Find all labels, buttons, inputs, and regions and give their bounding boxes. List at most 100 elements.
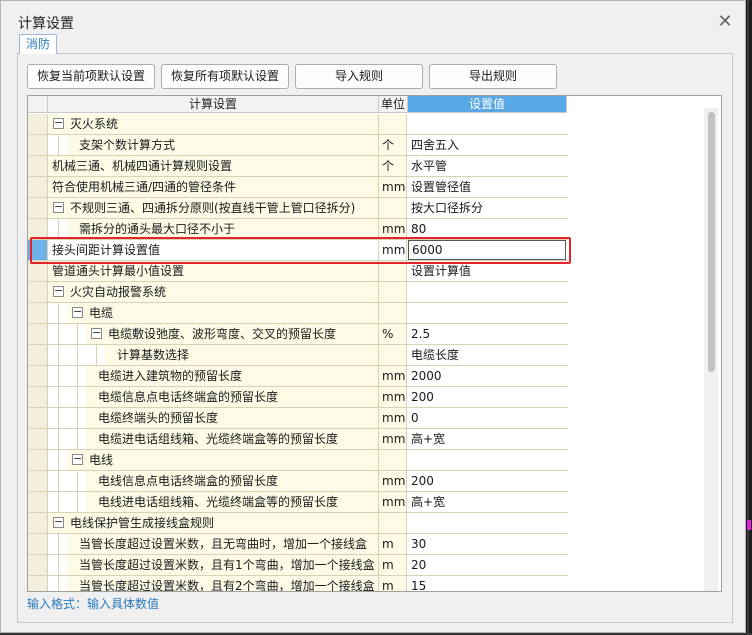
highlight-box (30, 237, 571, 264)
row-header[interactable] (28, 555, 48, 575)
setting-value[interactable]: 200 (408, 471, 566, 491)
row-header[interactable] (28, 366, 48, 386)
input-format-hint: 输入格式：输入具体数值 (27, 597, 160, 611)
import-rules-button[interactable]: 导入规则 (295, 64, 423, 89)
setting-value[interactable]: 0 (408, 408, 566, 428)
table-row[interactable]: 电线信息点电话终端盒的预留长度 mm 200 (28, 471, 568, 492)
collapse-toggle-icon[interactable]: − (72, 306, 83, 318)
row-header[interactable] (28, 408, 48, 428)
table-row[interactable]: 当管长度超过设置米数，且有1个弯曲，增加一个接线盒 m 20 (28, 555, 568, 576)
column-header-unit[interactable]: 单位 (379, 96, 408, 113)
restore-all-default-button[interactable]: 恢复所有项默认设置 (161, 64, 289, 89)
table-row[interactable]: 电线保护管生成接线盒规则 − (28, 513, 568, 534)
row-header[interactable] (28, 471, 48, 491)
collapse-toggle-icon[interactable]: − (53, 516, 64, 528)
row-header[interactable] (28, 177, 48, 197)
setting-value[interactable]: 80 (408, 219, 566, 239)
setting-name: 电缆进电话组线箱、光缆终端盒等的预留长度 (86, 429, 379, 449)
table-row[interactable]: 电缆信息点电话终端盒的预留长度 mm 200 (28, 387, 568, 408)
indent-guide (58, 303, 59, 323)
collapse-toggle-icon[interactable]: − (53, 285, 64, 297)
setting-value[interactable] (408, 114, 566, 134)
setting-value[interactable]: 按大口径拆分 (408, 198, 566, 218)
table-row[interactable]: 机械三通、机械四通计算规则设置个水平管 (28, 156, 568, 177)
table-row[interactable]: 计算基数选择 电缆长度 (28, 345, 568, 366)
table-row[interactable]: 电缆进电话组线箱、光缆终端盒等的预留长度 mm 高+宽 (28, 429, 568, 450)
table-row[interactable]: 电线 − (28, 450, 568, 471)
setting-name: 机械三通、机械四通计算规则设置 (48, 156, 379, 176)
row-header[interactable] (28, 261, 48, 281)
setting-name: 电线 (67, 450, 379, 470)
indent-guide (58, 429, 59, 449)
setting-name: 需拆分的通头最大口径不小于 (67, 219, 379, 239)
setting-value[interactable] (408, 450, 566, 470)
table-row[interactable]: 电线进电话组线箱、光缆终端盒等的预留长度 mm 高+宽 (28, 492, 568, 513)
setting-unit (379, 345, 407, 365)
export-rules-button[interactable]: 导出规则 (429, 64, 557, 89)
setting-value[interactable]: 高+宽 (408, 429, 566, 449)
setting-value[interactable] (408, 513, 566, 533)
indent-guide (58, 324, 59, 344)
table-row[interactable]: 符合使用机械三通/四通的管径条件 mm 设置管径值 (28, 177, 568, 198)
setting-value[interactable] (408, 282, 566, 302)
table-row[interactable]: 当管长度超过设置米数，且有2个弯曲，增加一个接线盒 m 15 (28, 576, 568, 591)
row-header[interactable] (28, 576, 48, 591)
setting-value[interactable]: 2.5 (408, 324, 566, 344)
row-header[interactable] (28, 114, 48, 134)
setting-value[interactable] (408, 303, 566, 323)
dialog-title: 计算设置 (18, 16, 74, 32)
setting-value[interactable]: 设置管径值 (408, 177, 566, 197)
setting-unit: % (379, 324, 407, 344)
table-row[interactable]: 火灾自动报警系统 − (28, 282, 568, 303)
collapse-toggle-icon[interactable]: − (53, 117, 64, 129)
setting-value[interactable]: 30 (408, 534, 566, 554)
collapse-toggle-icon[interactable]: − (72, 453, 83, 465)
table-row[interactable]: 管道通头计算最小值设置 设置计算值 (28, 261, 568, 282)
table-row[interactable]: 当管长度超过设置米数，且无弯曲时，增加一个接线盒 m 30 (28, 534, 568, 555)
row-header[interactable] (28, 492, 48, 512)
table-row[interactable]: 电缆终端头的预留长度 mm 0 (28, 408, 568, 429)
setting-value[interactable]: 高+宽 (408, 492, 566, 512)
row-header[interactable] (28, 219, 48, 239)
indent-guide (58, 450, 59, 470)
row-header[interactable] (28, 282, 48, 302)
close-icon[interactable]: ✕ (717, 13, 733, 31)
row-header[interactable] (28, 135, 48, 155)
setting-value[interactable]: 四舍五入 (408, 135, 566, 155)
setting-name: 电线信息点电话终端盒的预留长度 (86, 471, 379, 491)
row-header[interactable] (28, 303, 48, 323)
setting-value[interactable]: 设置计算值 (408, 261, 566, 281)
row-header[interactable] (28, 345, 48, 365)
settings-grid: 计算设置 单位 设置值 灭火系统 − 支架个数计算方式个四舍五入 机械三通、机械四通计… (27, 95, 722, 592)
restore-current-default-button[interactable]: 恢复当前项默认设置 (27, 64, 155, 89)
row-header[interactable] (28, 387, 48, 407)
setting-name: 电缆敷设弛度、波形弯度、交叉的预留长度 (86, 324, 379, 344)
grid-corner (28, 96, 48, 113)
tab-fire[interactable]: 消防 (19, 34, 58, 54)
setting-value[interactable]: 200 (408, 387, 566, 407)
setting-value[interactable]: 20 (408, 555, 566, 575)
row-header[interactable] (28, 198, 48, 218)
column-header-name[interactable]: 计算设置 (48, 96, 379, 113)
table-row[interactable]: 电缆敷设弛度、波形弯度、交叉的预留长度 −% 2.5 (28, 324, 568, 345)
scrollbar-thumb[interactable] (708, 112, 715, 372)
row-header[interactable] (28, 534, 48, 554)
indent-guide (77, 366, 78, 386)
row-header[interactable] (28, 450, 48, 470)
collapse-toggle-icon[interactable]: − (53, 201, 64, 213)
setting-value[interactable]: 电缆长度 (408, 345, 566, 365)
table-row[interactable]: 灭火系统 − (28, 114, 568, 135)
row-header[interactable] (28, 429, 48, 449)
setting-value[interactable]: 15 (408, 576, 566, 591)
row-header[interactable] (28, 156, 48, 176)
column-header-value[interactable]: 设置值 (408, 96, 567, 113)
row-header[interactable] (28, 324, 48, 344)
table-row[interactable]: 支架个数计算方式个四舍五入 (28, 135, 568, 156)
table-row[interactable]: 电缆进入建筑物的预留长度 mm 2000 (28, 366, 568, 387)
table-row[interactable]: 不规则三通、四通拆分原则(按直线干管上管口径拆分) − 按大口径拆分 (28, 198, 568, 219)
row-header[interactable] (28, 513, 48, 533)
table-row[interactable]: 电缆 − (28, 303, 568, 324)
setting-value[interactable]: 水平管 (408, 156, 566, 176)
collapse-toggle-icon[interactable]: − (91, 327, 102, 339)
setting-value[interactable]: 2000 (408, 366, 566, 386)
